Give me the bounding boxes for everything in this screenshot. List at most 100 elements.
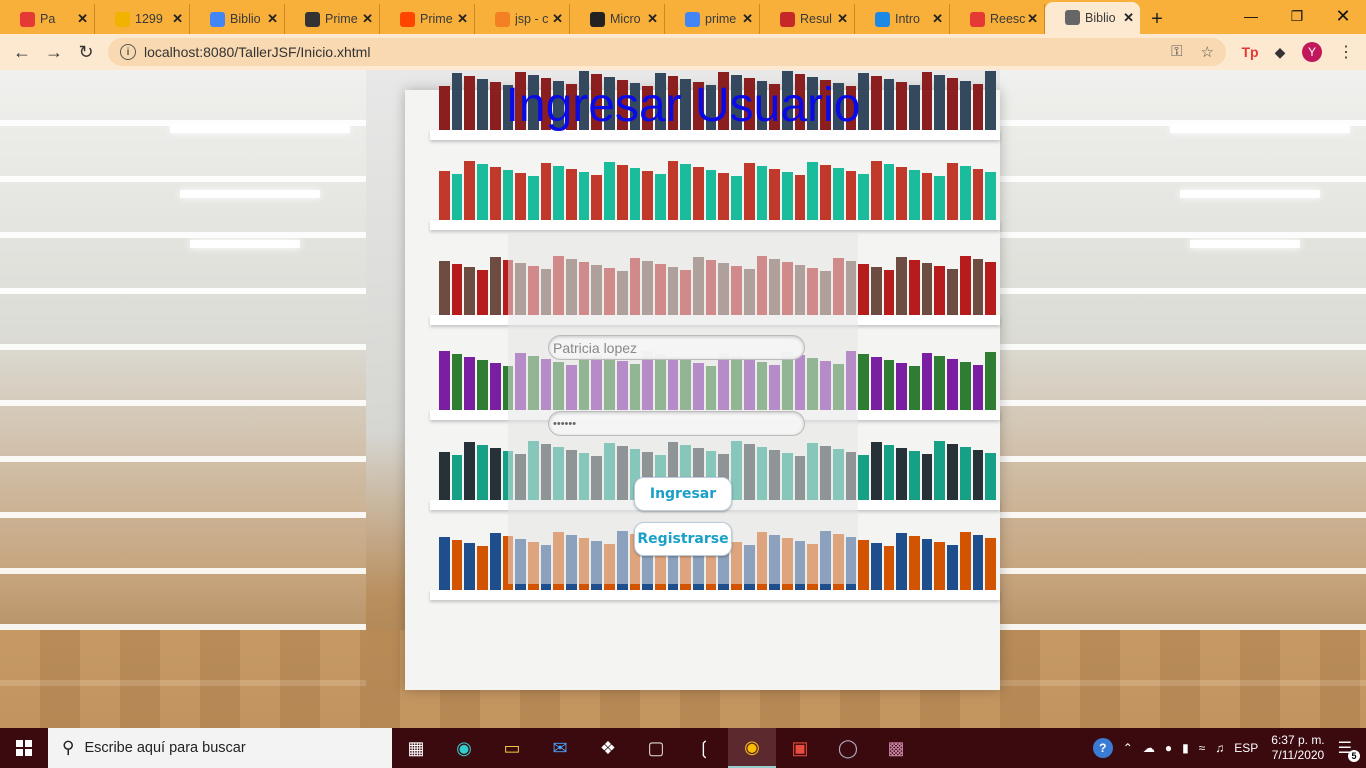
close-tab-icon[interactable]: ✕: [172, 11, 183, 27]
close-tab-icon[interactable]: ✕: [362, 11, 373, 27]
windows-start-icon[interactable]: [0, 728, 48, 768]
password-input[interactable]: ••••••: [548, 411, 805, 436]
close-tab-icon[interactable]: ✕: [552, 11, 563, 27]
tab-label[interactable]: Biblio: [1085, 11, 1123, 25]
reload-icon[interactable]: ↻: [70, 36, 102, 68]
browser-tab[interactable]: jsp - c ✕: [475, 4, 570, 34]
close-tab-icon[interactable]: ✕: [742, 11, 753, 27]
tab-label[interactable]: Intro: [895, 12, 932, 26]
tab-label[interactable]: prime: [705, 12, 742, 26]
browser-tab[interactable]: Biblio ✕: [190, 4, 285, 34]
shelf-board: [430, 220, 1000, 230]
flag-icon: [780, 12, 795, 27]
edge-icon[interactable]: ◉: [440, 728, 488, 768]
login-button[interactable]: Ingresar: [634, 477, 732, 511]
chevron-up-icon[interactable]: ⌃: [1123, 741, 1133, 755]
close-tab-icon[interactable]: ✕: [267, 11, 278, 27]
tab-label[interactable]: Prime: [325, 12, 362, 26]
notification-count-badge: 5: [1348, 750, 1360, 762]
browser-tab[interactable]: Biblio ✕: [1045, 2, 1140, 34]
shield-icon: [115, 12, 130, 27]
page-title: Ingresar Usuario: [505, 79, 861, 132]
browser-tab[interactable]: Prime ✕: [380, 4, 475, 34]
browser-tab[interactable]: Prime ✕: [285, 4, 380, 34]
docs-icon: [210, 12, 225, 27]
clock-date: 7/11/2020: [1271, 748, 1325, 762]
address-bar[interactable]: i localhost:8080/TallerJSF/Inicio.xhtml …: [108, 38, 1226, 66]
close-tab-icon[interactable]: ✕: [457, 11, 468, 27]
close-tab-icon[interactable]: ✕: [647, 11, 658, 27]
app-s-icon[interactable]: ❲: [680, 728, 728, 768]
browser-tab[interactable]: prime ✕: [665, 4, 760, 34]
java-ee-icon[interactable]: ▩: [872, 728, 920, 768]
page-viewport: Ingresar Usuario Patricia lopez •••••• I…: [0, 70, 1366, 728]
wifi-icon[interactable]: ≈: [1199, 741, 1206, 755]
tab-label[interactable]: Pa: [40, 12, 77, 26]
browser-toolbar: ← → ↻ i localhost:8080/TallerJSF/Inicio.…: [0, 34, 1366, 70]
close-tab-icon[interactable]: ✕: [77, 11, 88, 27]
close-tab-icon[interactable]: ✕: [932, 11, 943, 27]
tab-label[interactable]: 1299: [135, 12, 172, 26]
reddit-icon: [970, 12, 985, 27]
key-icon[interactable]: ⚿: [1171, 43, 1182, 61]
close-window-button[interactable]: ✕: [1320, 0, 1366, 32]
chrome-icon[interactable]: ◉: [728, 728, 776, 768]
close-tab-icon[interactable]: ✕: [1123, 10, 1134, 26]
extension-tp-icon[interactable]: Tp: [1240, 42, 1260, 62]
url-text[interactable]: localhost:8080/TallerJSF/Inicio.xhtml: [144, 44, 370, 60]
battery-icon[interactable]: ▮: [1182, 741, 1189, 755]
d-icon: [590, 12, 605, 27]
cloud-icon[interactable]: ☁: [1143, 741, 1155, 755]
close-tab-icon[interactable]: ✕: [837, 11, 848, 27]
microphone-icon[interactable]: ●: [1165, 741, 1172, 755]
book-row: [435, 158, 1000, 220]
help-icon[interactable]: ?: [1092, 738, 1113, 758]
prime-icon: [305, 12, 320, 27]
username-input[interactable]: Patricia lopez: [548, 335, 805, 360]
close-tab-icon[interactable]: ✕: [1027, 11, 1038, 27]
taskbar-search-box[interactable]: ⚲ Escribe aquí para buscar: [48, 728, 392, 768]
new-tab-button[interactable]: +: [1140, 4, 1174, 34]
store-icon[interactable]: ▢: [632, 728, 680, 768]
tab-label[interactable]: Prime: [420, 12, 457, 26]
browser-tab[interactable]: Intro ✕: [855, 4, 950, 34]
forward-icon[interactable]: →: [38, 36, 70, 68]
google-icon: [685, 12, 700, 27]
browser-tab[interactable]: Resul ✕: [760, 4, 855, 34]
menu-kebab-icon[interactable]: ⋮: [1336, 42, 1356, 62]
browser-tab[interactable]: Pa ✕: [0, 4, 95, 34]
office-icon[interactable]: ▣: [776, 728, 824, 768]
tab-label[interactable]: Biblio: [230, 12, 267, 26]
bookmark-star-icon[interactable]: ☆: [1201, 43, 1214, 61]
language-indicator[interactable]: ESP: [1234, 741, 1258, 755]
maximize-button[interactable]: ❐: [1274, 0, 1320, 32]
extensions-puzzle-icon[interactable]: ◆: [1270, 42, 1290, 62]
tab-label[interactable]: jsp - c: [515, 12, 552, 26]
dropbox-icon[interactable]: ❖: [584, 728, 632, 768]
profile-avatar[interactable]: Y: [1302, 42, 1322, 62]
notification-center-icon[interactable]: ☰ 5: [1338, 738, 1360, 762]
page-icon: [1065, 10, 1080, 25]
tab-label[interactable]: Resul: [800, 12, 837, 26]
mail-icon[interactable]: ✉: [536, 728, 584, 768]
register-button[interactable]: Registrarse: [634, 522, 732, 556]
file-explorer-icon[interactable]: ▭: [488, 728, 536, 768]
stackoverflow-icon: [495, 12, 510, 27]
browser-tab[interactable]: Reesc ✕: [950, 4, 1045, 34]
volume-icon[interactable]: ♫: [1215, 741, 1224, 755]
back-icon[interactable]: ←: [6, 36, 38, 68]
search-placeholder[interactable]: Escribe aquí para buscar: [84, 740, 245, 756]
browser-tab[interactable]: 1299 ✕: [95, 4, 190, 34]
browser-tab[interactable]: Micro ✕: [570, 4, 665, 34]
a-icon: [875, 12, 890, 27]
minimize-button[interactable]: —: [1228, 0, 1274, 32]
task-view-icon[interactable]: ▦: [392, 728, 440, 768]
tab-label[interactable]: Reesc: [990, 12, 1027, 26]
eclipse-icon[interactable]: ◯: [824, 728, 872, 768]
record-icon: [20, 12, 35, 27]
site-info-icon[interactable]: i: [120, 44, 136, 60]
reddit-icon: [400, 12, 415, 27]
tab-label[interactable]: Micro: [610, 12, 647, 26]
clock[interactable]: 6:37 p. m. 7/11/2020: [1271, 733, 1324, 763]
search-icon: ⚲: [62, 738, 75, 757]
